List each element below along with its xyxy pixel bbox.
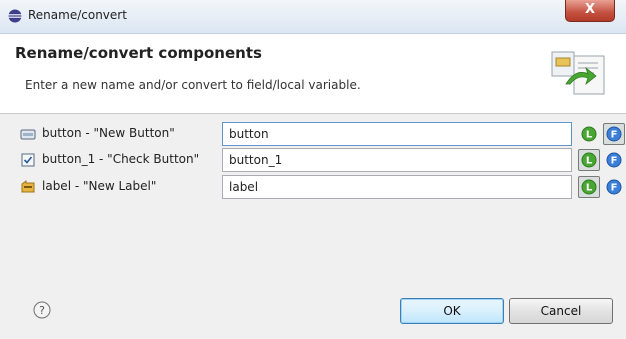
component-name-input[interactable] [222,175,572,199]
eclipse-app-icon [8,9,22,23]
component-row: label - "New Label" L F [0,175,626,199]
component-row: button - "New Button" L F [0,122,626,146]
window-title: Rename/convert [28,8,127,22]
convert-to-local-button[interactable]: L [578,149,600,171]
convert-to-field-button[interactable]: F [603,123,625,145]
convert-to-local-button[interactable]: L [578,123,600,145]
dialog-header: Rename/convert components Enter a new na… [0,34,626,114]
convert-to-field-button[interactable]: F [603,176,625,198]
close-button[interactable]: X [565,0,615,22]
rename-wizard-icon [551,51,605,95]
help-glyph: ? [39,304,45,317]
field-glyph: F [611,156,618,167]
header-description: Enter a new name and/or convert to field… [25,78,361,92]
help-icon[interactable]: ? [33,301,51,319]
title-bar: Rename/convert X [0,0,626,34]
component-label: label - "New Label" [42,179,157,193]
ok-button[interactable]: OK [400,298,504,324]
component-name-input[interactable] [222,148,572,172]
component-label: button - "New Button" [42,126,175,140]
convert-to-field-button[interactable]: F [603,149,625,171]
local-variable-icon: L [581,152,597,168]
local-glyph: L [586,156,593,167]
button-component-icon [20,129,36,140]
component-name-input[interactable] [222,122,572,146]
component-row: button_1 - "Check Button" L F [0,148,626,172]
local-glyph: L [586,183,593,194]
header-title: Rename/convert components [15,44,262,62]
local-variable-icon: L [581,126,597,142]
component-label: button_1 - "Check Button" [42,152,200,166]
field-glyph: F [611,130,618,141]
field-variable-icon: F [606,179,622,195]
field-variable-icon: F [606,126,622,142]
rename-convert-dialog: Rename/convert X Rename/convert componen… [0,0,626,339]
cancel-button[interactable]: Cancel [509,298,613,324]
checkbox-component-icon [21,153,35,167]
local-glyph: L [586,130,593,141]
local-variable-icon: L [581,179,597,195]
field-variable-icon: F [606,152,622,168]
field-glyph: F [611,183,618,194]
dialog-footer: ? OK Cancel [0,290,626,339]
label-component-icon [21,180,35,193]
convert-to-local-button[interactable]: L [578,176,600,198]
